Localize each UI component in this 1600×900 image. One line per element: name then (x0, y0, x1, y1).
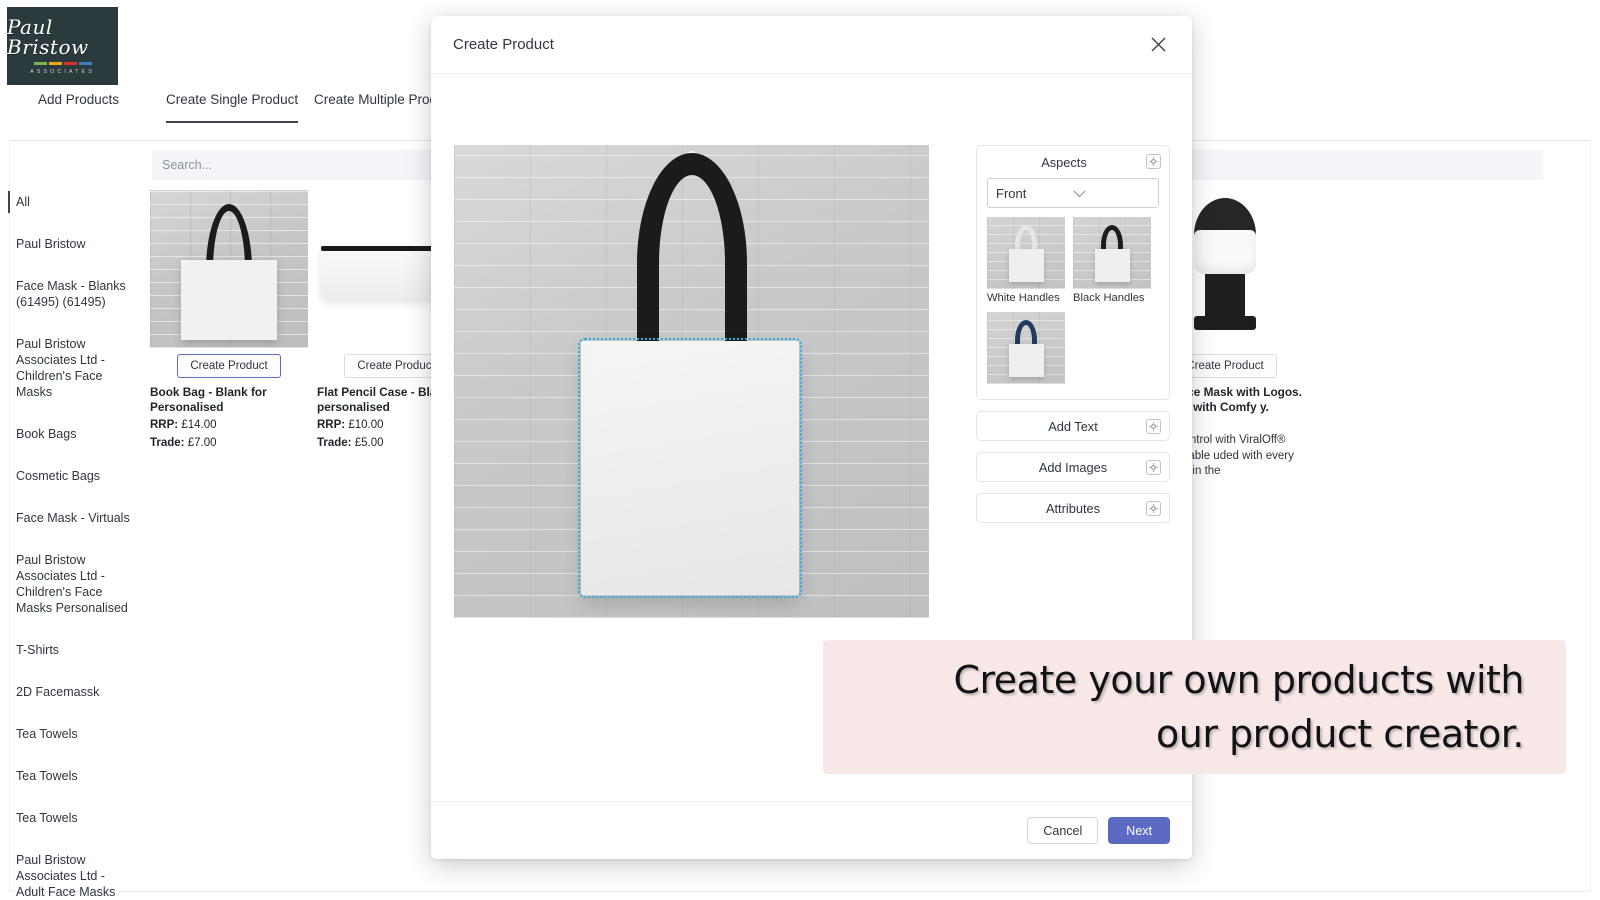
aspect-thumbnail-label: White Handles (987, 292, 1065, 304)
aspects-panel: Aspects Front (976, 145, 1170, 400)
sidebar-item-childrens-face-masks-personalised[interactable]: Paul Bristow Associates Ltd - Children's… (0, 548, 146, 620)
chevron-down-icon (1073, 186, 1150, 201)
sidebar-item-childrens-face-masks[interactable]: Paul Bristow Associates Ltd - Children's… (0, 332, 146, 404)
add-images-label: Add Images (1039, 460, 1107, 475)
product-grid: Create Product Book Bag - Blank for Pers… (150, 190, 475, 451)
category-sidebar: All Paul Bristow Face Mask - Blanks (614… (0, 190, 146, 900)
product-image-book-bag[interactable] (150, 190, 308, 348)
sidebar-item-book-bags[interactable]: Book Bags (0, 422, 146, 446)
attributes-button[interactable]: Attributes (976, 493, 1170, 523)
attributes-label: Attributes (1046, 501, 1100, 516)
aspect-thumbnail-label: Black Handles (1073, 292, 1151, 304)
aspect-thumbnails: White Handles Black Handles (987, 217, 1159, 387)
product-card: Create Product Book Bag - Blank for Pers… (150, 190, 308, 451)
aspect-thumbnail-navy-handles[interactable] (987, 312, 1065, 387)
aspects-panel-title: Aspects (987, 155, 1159, 170)
product-rrp-label: RRP: (317, 419, 345, 431)
brand-logo-color-bars (34, 62, 92, 65)
sidebar-item-all[interactable]: All (0, 190, 146, 214)
modal-title: Create Product (453, 36, 1146, 53)
sidebar-item-t-shirts[interactable]: T-Shirts (0, 638, 146, 662)
app-root: Paul Bristow ASSOCIATES Add Products Cre… (0, 0, 1600, 900)
product-rrp-value: £14.00 (181, 419, 216, 431)
settings-icon[interactable] (1146, 460, 1161, 475)
product-trade-value: £5.00 (355, 437, 384, 449)
add-text-button[interactable]: Add Text (976, 411, 1170, 441)
brand-logo-text: Paul Bristow (7, 17, 118, 57)
product-trade: Trade: £7.00 (150, 436, 308, 451)
settings-icon[interactable] (1146, 154, 1161, 169)
modal-controls: Aspects Front (976, 145, 1170, 534)
sidebar-item-cosmetic-bags[interactable]: Cosmetic Bags (0, 464, 146, 488)
sidebar-item-face-mask-virtuals[interactable]: Face Mask - Virtuals (0, 506, 146, 530)
promo-banner: Create your own products with our produc… (823, 640, 1566, 774)
sidebar-item-face-mask-blanks[interactable]: Face Mask - Blanks (61495) (61495) (0, 274, 146, 314)
product-trade-value: £7.00 (188, 437, 217, 449)
add-images-button[interactable]: Add Images (976, 452, 1170, 482)
promo-banner-line-2: our product creator. (1156, 707, 1524, 761)
sidebar-item-adult-face-masks-personalised[interactable]: Paul Bristow Associates Ltd - Adult Face… (0, 848, 146, 900)
sidebar-item-2d-facemassk[interactable]: 2D Facemassk (0, 680, 146, 704)
product-title: Book Bag - Blank for Personalised (150, 385, 308, 415)
tab-add-products[interactable]: Add Products (38, 92, 119, 121)
aspect-thumbnail-black-handles[interactable]: Black Handles (1073, 217, 1151, 304)
design-area[interactable] (581, 341, 799, 595)
sidebar-item-paul-bristow[interactable]: Paul Bristow (0, 232, 146, 256)
cancel-button[interactable]: Cancel (1027, 817, 1098, 844)
face-mask-graphic (1194, 230, 1256, 274)
sidebar-item-tea-towels-1[interactable]: Tea Towels (0, 722, 146, 746)
close-icon[interactable] (1146, 33, 1170, 57)
product-rrp: RRP: £14.00 (150, 418, 308, 433)
aspect-thumbnail-white-handles[interactable]: White Handles (987, 217, 1065, 304)
add-text-label: Add Text (1048, 419, 1098, 434)
create-product-button[interactable]: Create Product (177, 354, 281, 378)
modal-header: Create Product (431, 16, 1192, 74)
settings-icon[interactable] (1146, 419, 1161, 434)
product-trade-label: Trade: (317, 437, 352, 449)
modal-footer: Cancel Next (431, 801, 1192, 859)
aspect-select-value: Front (996, 186, 1073, 201)
sidebar-item-tea-towels-3[interactable]: Tea Towels (0, 806, 146, 830)
brand-logo[interactable]: Paul Bristow ASSOCIATES (7, 7, 118, 85)
sidebar-item-tea-towels-2[interactable]: Tea Towels (0, 764, 146, 788)
product-canvas[interactable] (454, 145, 929, 618)
product-rrp-label: RRP: (150, 419, 178, 431)
brand-logo-subtitle: ASSOCIATES (30, 69, 95, 75)
tab-create-single-product[interactable]: Create Single Product (166, 92, 298, 123)
next-button[interactable]: Next (1108, 817, 1170, 844)
promo-banner-line-1: Create your own products with (953, 653, 1524, 707)
settings-icon[interactable] (1146, 501, 1161, 516)
product-trade-label: Trade: (150, 437, 185, 449)
product-rrp-value: £10.00 (348, 419, 383, 431)
aspect-select[interactable]: Front (987, 178, 1159, 208)
